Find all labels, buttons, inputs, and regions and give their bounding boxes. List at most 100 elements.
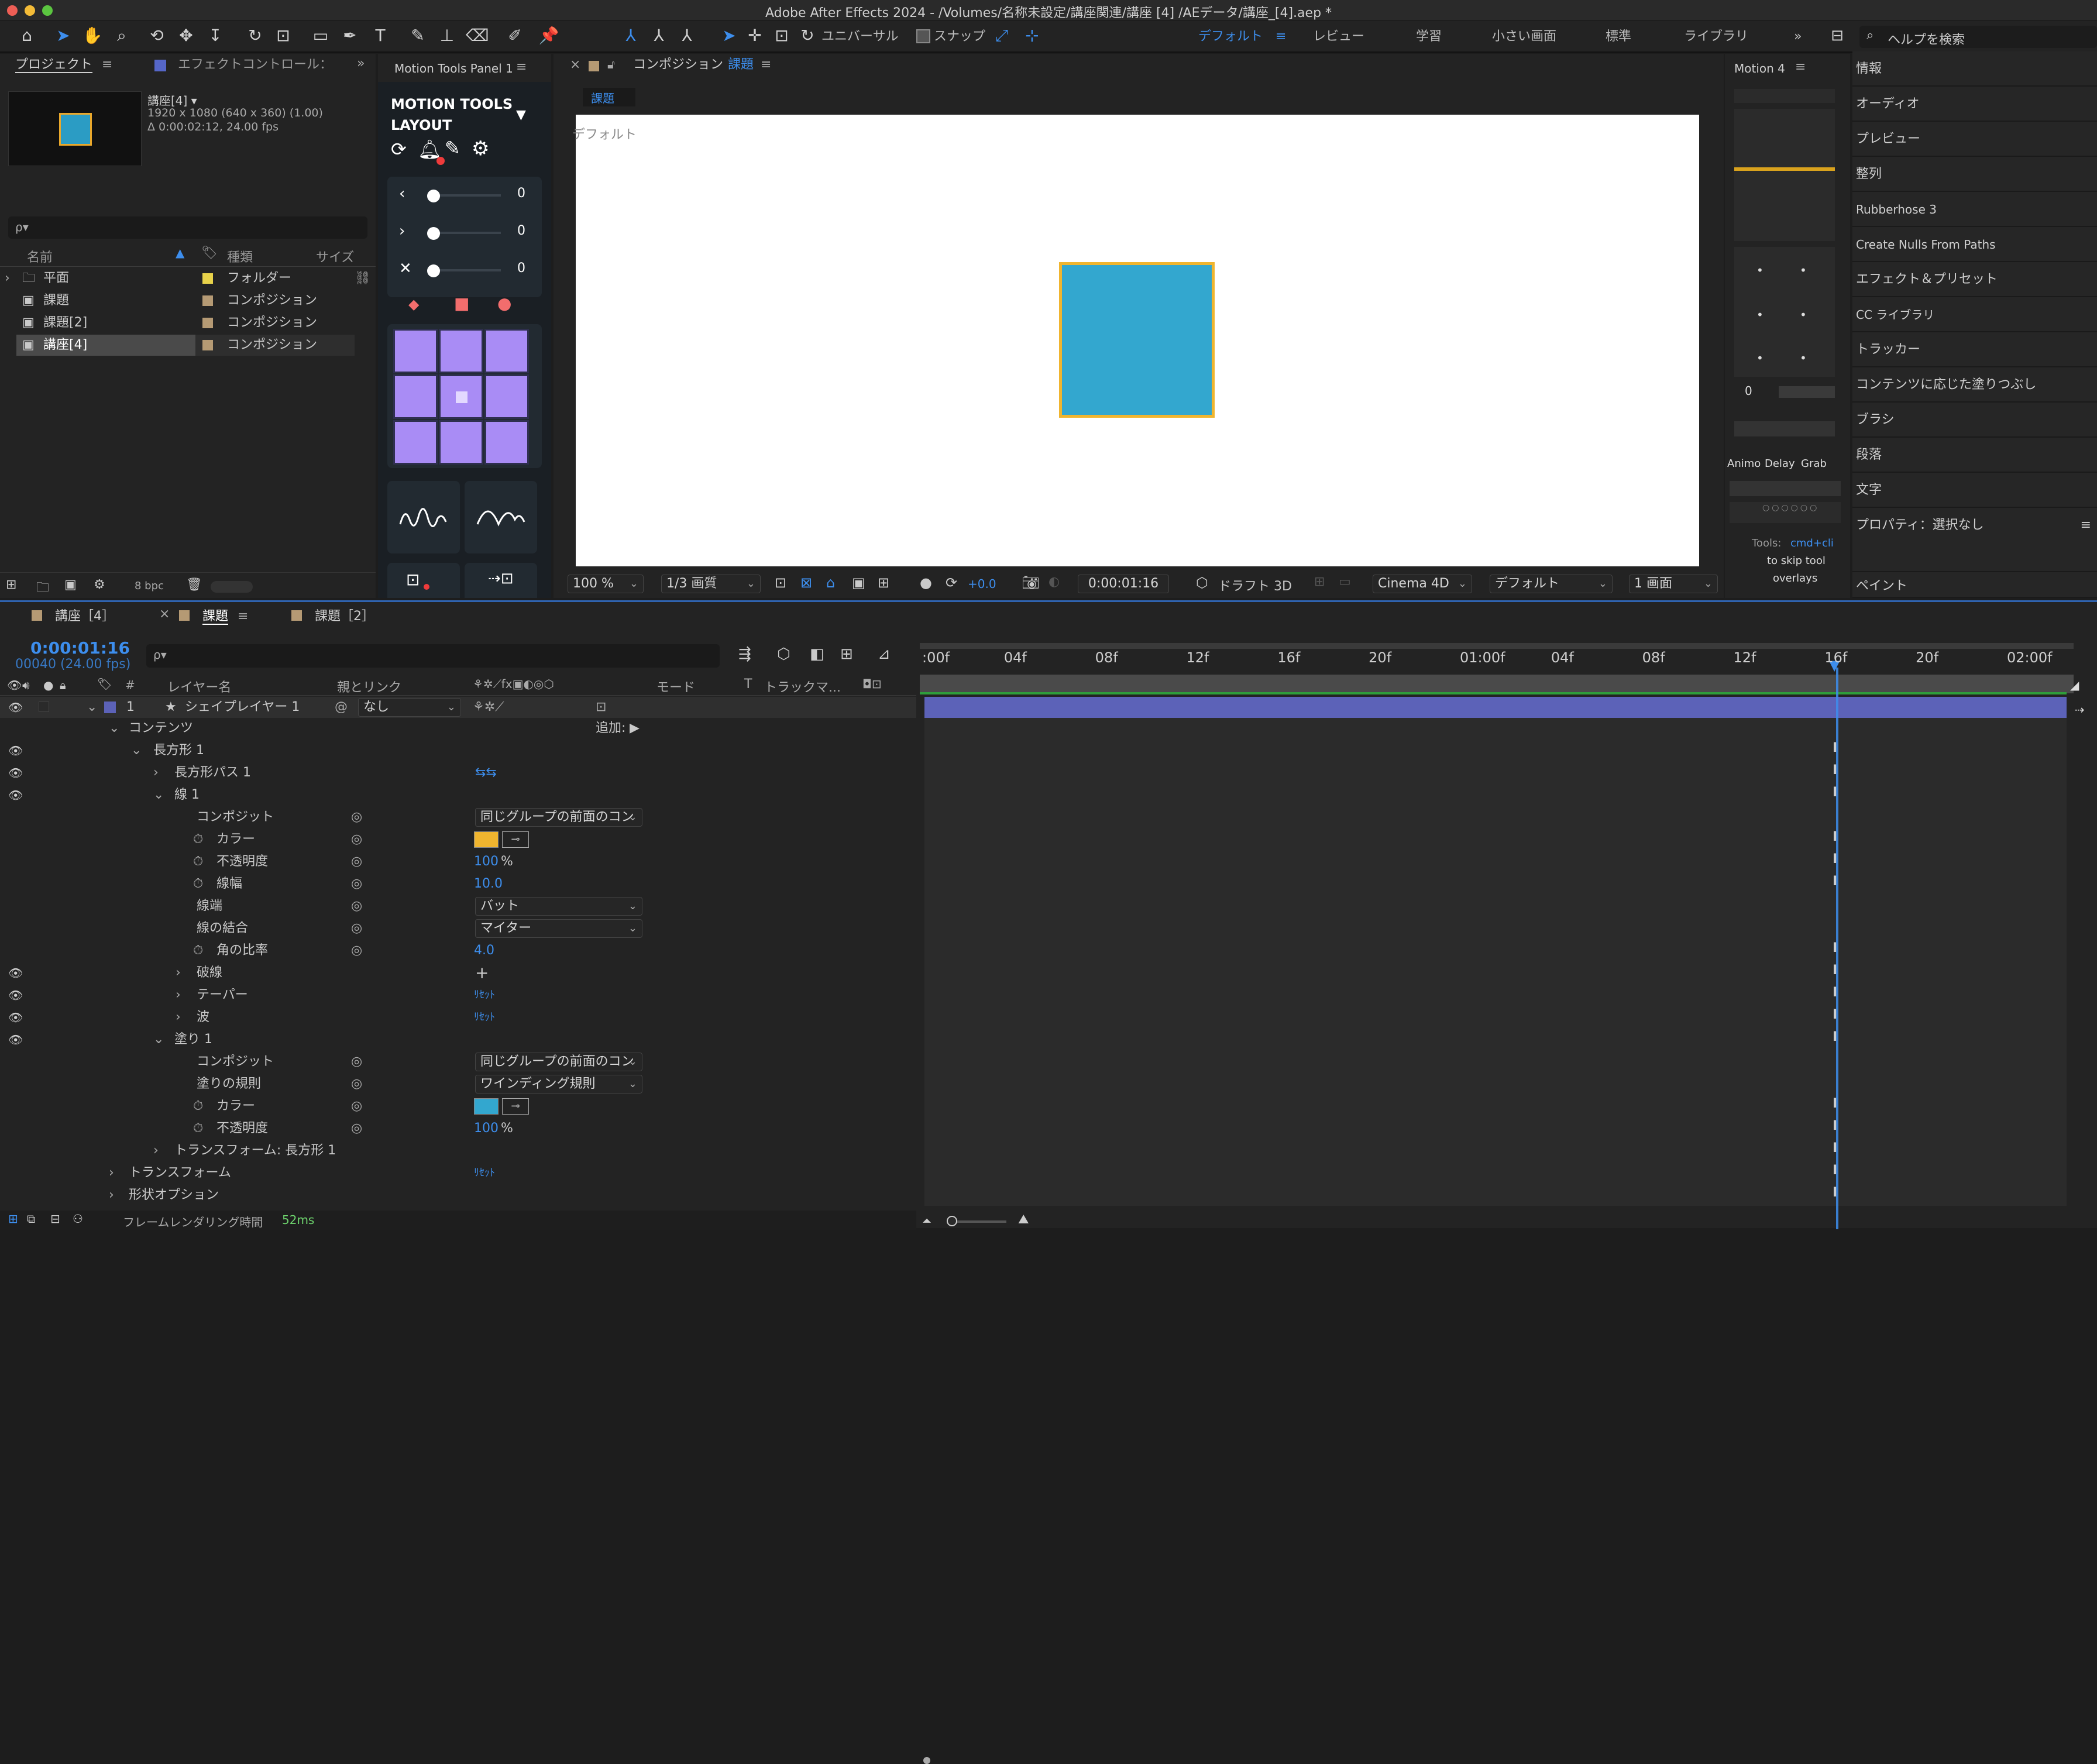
fill-rule-dropdown[interactable]: ワインディング規則 ⌄ xyxy=(475,1075,642,1094)
ease-out-slider-track[interactable] xyxy=(431,232,501,234)
draft-3d-icon[interactable]: ⬡ xyxy=(1196,575,1208,591)
collapse-chevron-icon[interactable]: ⌄ xyxy=(131,740,142,761)
pan-behind-icon[interactable]: ⊡ xyxy=(273,25,294,47)
universal-move-icon[interactable]: ✛ xyxy=(744,25,765,47)
anchor-cell-bottom-center[interactable] xyxy=(439,420,483,465)
keyframe-diamond-icon[interactable]: ◆ xyxy=(408,296,419,312)
eye-icon[interactable]: 👁︎ xyxy=(8,697,23,718)
comp-viewer[interactable]: デフォルト xyxy=(572,115,1699,566)
motion4-anchor-dots[interactable]: • • • • • • xyxy=(1734,247,1835,377)
show-snapshot-icon[interactable]: ◐ xyxy=(1048,575,1060,589)
ease-in-value[interactable]: 0 xyxy=(517,186,525,201)
miter-value[interactable]: 4.0 xyxy=(474,940,494,961)
width-value[interactable]: 10.0 xyxy=(474,874,503,895)
col-t[interactable]: T xyxy=(744,677,752,692)
sidebar-item-content-aware-fill[interactable]: コンテンツに応じた塗りつぶし xyxy=(1852,367,2097,403)
new-folder-icon[interactable]: 🗀 xyxy=(36,577,49,600)
col-track-matte[interactable]: トラックマ... xyxy=(764,677,841,696)
flowchart-icon[interactable]: ⛓ xyxy=(355,268,371,289)
sidebar-item-tracker[interactable]: トラッカー xyxy=(1852,332,2097,367)
grid-guides-icon[interactable]: ⊞ xyxy=(878,575,889,591)
property-keyframe-marker[interactable]: I xyxy=(1833,830,1837,844)
ease-in-slider-track[interactable] xyxy=(431,194,501,197)
layer-label-swatch[interactable] xyxy=(104,702,116,713)
snap-checkbox[interactable] xyxy=(916,29,930,43)
expression-swirl-icon[interactable]: ◎ xyxy=(351,807,362,828)
reset-link[interactable]: ﾘｾｯﾄ xyxy=(474,1163,495,1184)
stopwatch-icon[interactable]: ⏱︎ xyxy=(193,829,203,850)
view-axis-icon[interactable]: ⅄ xyxy=(676,25,697,47)
toggle-timestretch-icon[interactable]: ⚇ xyxy=(73,1212,83,1226)
sidebar-item-paragraph[interactable]: 段落 xyxy=(1852,438,2097,473)
universal-scale-icon[interactable]: ⊡ xyxy=(771,25,792,47)
eye-icon[interactable]: 👁︎ xyxy=(8,740,23,761)
motion4-value[interactable]: 0 xyxy=(1745,384,1752,398)
workspace-libraries[interactable]: ライブラリ xyxy=(1684,27,1748,47)
brush-tool-icon[interactable]: ✎ xyxy=(407,25,428,47)
motion4-slider[interactable] xyxy=(1779,386,1835,398)
project-settings-icon[interactable]: ⚙ xyxy=(94,577,105,592)
composite-dropdown[interactable]: 同じグループの前面のコン ⌄ xyxy=(475,808,642,827)
collapse-chevron-icon[interactable]: ⌄ xyxy=(109,718,119,739)
ease-out-value[interactable]: 0 xyxy=(517,223,525,238)
comp-tab-prefix[interactable]: コンポジション xyxy=(633,56,723,74)
lock-toggle-icon[interactable]: 🔒︎ xyxy=(60,678,66,692)
prop-line-join[interactable]: 線の結合 ◎ マイター ⌄ xyxy=(0,918,916,939)
eye-icon[interactable]: 👁︎ xyxy=(8,962,23,984)
property-keyframe-marker[interactable]: I xyxy=(1833,941,1837,955)
panel-menu-icon[interactable]: ≡ xyxy=(1795,60,1806,74)
panel-menu-icon[interactable]: ≡ xyxy=(516,60,527,74)
snap-points-icon[interactable]: ⊹ xyxy=(1022,25,1043,47)
expand-chevron-icon[interactable]: › xyxy=(109,1185,114,1206)
prop-contents[interactable]: ⌄ コンテンツ 追加: ▶ xyxy=(0,718,916,739)
workspace-standard[interactable]: 標準 xyxy=(1606,27,1631,47)
type-tool-icon[interactable]: T xyxy=(370,25,391,47)
sidebar-item-audio[interactable]: オーディオ xyxy=(1852,87,2097,122)
universal-select-icon[interactable]: ➤ xyxy=(719,25,740,47)
sidebar-item-create-nulls[interactable]: Create Nulls From Paths xyxy=(1852,227,2097,262)
layer-name[interactable]: シェイプレイヤー 1 xyxy=(185,697,300,718)
timeline-search-input[interactable]: ρ▾ xyxy=(146,644,720,668)
sidebar-item-effects-presets[interactable]: エフェクト＆プリセット xyxy=(1852,262,2097,297)
project-row[interactable]: ▣ 課題 コンポジション xyxy=(0,290,376,311)
stopwatch-icon[interactable]: ⏱︎ xyxy=(193,940,203,961)
workspace-layout-icon[interactable]: ⊟ xyxy=(1824,25,1850,47)
close-tab-icon[interactable]: × xyxy=(570,57,580,72)
reset-link[interactable]: ﾘｾｯﾄ xyxy=(474,985,495,1006)
anchor-cell-middle-left[interactable] xyxy=(393,374,438,419)
col-layer-name[interactable]: レイヤー名 xyxy=(167,677,231,696)
grab-label[interactable]: Grab xyxy=(1801,458,1827,470)
comp-tab-name[interactable]: 課題 xyxy=(728,56,754,74)
sidebar-item-brushes[interactable]: ブラシ xyxy=(1852,403,2097,438)
prop-stroke-opacity[interactable]: ⏱︎ 不透明度 ◎ 100 % xyxy=(0,851,916,872)
collapse-chevron-icon[interactable]: ⌄ xyxy=(87,697,97,718)
dolly-camera-icon[interactable]: ↧ xyxy=(205,25,226,47)
anchor-cell-top-center[interactable] xyxy=(439,329,483,373)
fill-color-swatch[interactable] xyxy=(474,1098,499,1115)
universal-rotate-icon[interactable]: ↻ xyxy=(797,25,818,47)
prop-stroke-width[interactable]: ⏱︎ 線幅 ◎ 10.0 xyxy=(0,874,916,895)
opacity-value[interactable]: 100 xyxy=(474,851,499,872)
eyedropper-icon[interactable]: ⊸ xyxy=(502,831,529,848)
project-search-input[interactable]: ρ▾ xyxy=(8,216,367,239)
eye-icon[interactable]: 👁︎ xyxy=(8,1029,23,1050)
eye-icon[interactable]: 👁︎ xyxy=(8,1007,23,1028)
expand-chevron-icon[interactable]: › xyxy=(176,1007,181,1028)
clone-stamp-icon[interactable]: ⊥ xyxy=(436,25,458,47)
line-cap-dropdown[interactable]: バット ⌄ xyxy=(475,897,642,916)
anchor-cell-bottom-left[interactable] xyxy=(393,420,438,465)
property-keyframe-marker[interactable]: I xyxy=(1833,963,1837,978)
mask-path-icon[interactable]: ⌂ xyxy=(826,575,835,591)
prop-wave[interactable]: 👁︎ › 波 ﾘｾｯﾄ xyxy=(0,1007,916,1028)
expand-chevron-icon[interactable]: › xyxy=(5,268,10,289)
expand-chevron-icon[interactable]: › xyxy=(176,985,181,1006)
comp-marker-bin-icon[interactable]: ◢ xyxy=(2070,678,2093,699)
panel-menu-icon[interactable]: ≡ xyxy=(2081,508,2091,543)
work-area-top[interactable] xyxy=(920,643,2074,649)
3d-view-icon[interactable]: ⊞ xyxy=(1314,575,1325,589)
prop-transform-rect[interactable]: › トランスフォーム: 長方形 1 xyxy=(0,1140,916,1161)
timeline-tab-1[interactable]: 講座［4］ xyxy=(55,608,115,625)
rotation-tool-icon[interactable]: ↻ xyxy=(245,25,266,47)
sort-ascending-icon[interactable]: ▲ xyxy=(176,246,184,260)
line-join-dropdown[interactable]: マイター ⌄ xyxy=(475,919,642,938)
